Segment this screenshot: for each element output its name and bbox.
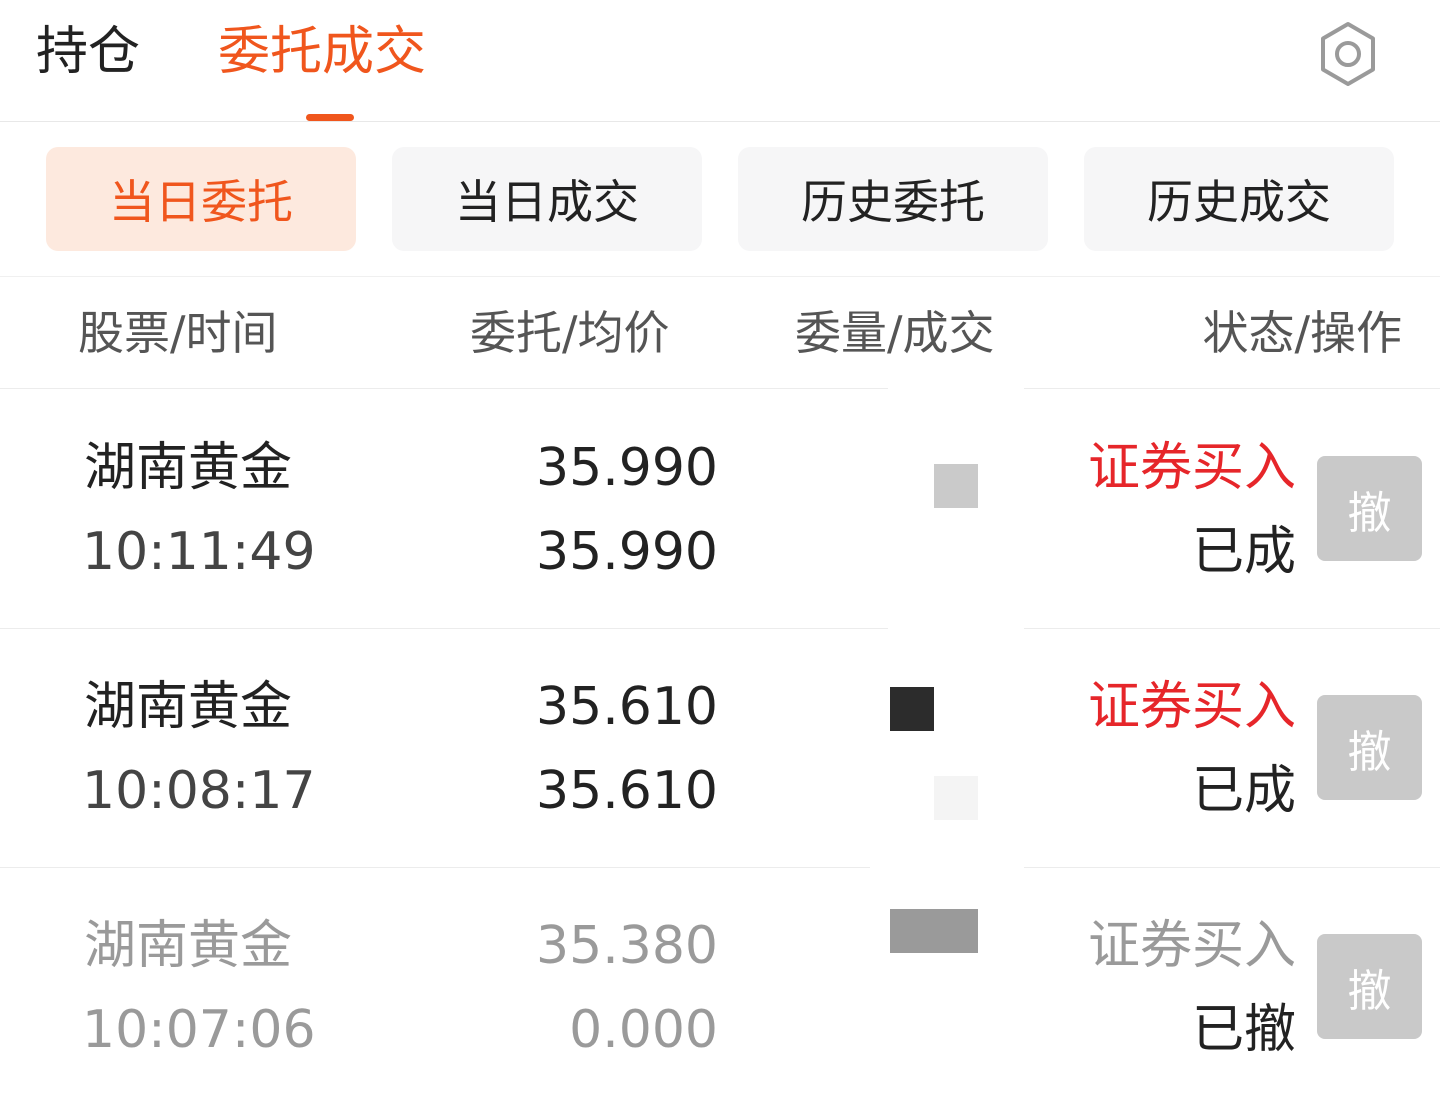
column-order-avg-price: 委托/均价	[470, 306, 670, 360]
gear-icon[interactable]	[1312, 18, 1384, 90]
order-time: 10:11:49	[82, 522, 316, 582]
column-stock-time: 股票/时间	[78, 306, 278, 360]
cancel-order-button[interactable]: 撤	[1317, 456, 1422, 561]
column-status-action: 状态/操作	[1202, 306, 1403, 360]
filter-history-trades[interactable]: 历史成交	[1084, 147, 1394, 251]
order-status: 已成	[1191, 522, 1296, 582]
average-price: 35.610	[536, 761, 718, 821]
filter-today-trades[interactable]: 当日成交	[392, 147, 702, 251]
table-row[interactable]: 湖南黄金 10:11:49 35.990 35.990 证券买入 已成 撤	[0, 390, 1440, 629]
order-time: 10:08:17	[82, 761, 316, 821]
redaction-block	[890, 687, 934, 731]
top-tab-bar: 持仓 委托成交	[0, 0, 1440, 122]
date-filter-group: 当日委托 当日成交 历史委托 历史成交	[0, 147, 1440, 251]
column-volume-filled: 委量/成交	[795, 306, 995, 360]
order-price: 35.380	[536, 916, 718, 976]
stock-name: 湖南黄金	[84, 677, 293, 737]
redaction-block	[934, 776, 978, 820]
table-header: 股票/时间 委托/均价 委量/成交 状态/操作	[0, 276, 1440, 389]
active-tab-indicator	[306, 114, 354, 121]
order-direction: 证券买入	[1087, 677, 1296, 737]
cancel-order-button[interactable]: 撤	[1317, 934, 1422, 1039]
order-direction: 证券买入	[1087, 438, 1296, 498]
order-price: 35.610	[536, 677, 718, 737]
redaction-block	[934, 464, 978, 508]
order-status: 已撤	[1191, 1000, 1296, 1060]
redaction-block	[890, 909, 978, 953]
order-time: 10:07:06	[82, 1000, 316, 1060]
average-price: 0.000	[569, 1000, 718, 1060]
order-price: 35.990	[536, 438, 718, 498]
average-price: 35.990	[536, 522, 718, 582]
order-direction: 证券买入	[1087, 916, 1296, 976]
table-row[interactable]: 湖南黄金 10:08:17 35.610 35.610 证券买入 已成 撤	[0, 629, 1440, 868]
redaction-mask	[870, 860, 1020, 1102]
stock-name: 湖南黄金	[84, 438, 293, 498]
stock-name: 湖南黄金	[84, 916, 293, 976]
table-row[interactable]: 湖南黄金 10:07:06 35.380 0.000 证券买入 已撤 撤	[0, 868, 1440, 1102]
filter-history-orders[interactable]: 历史委托	[738, 147, 1048, 251]
cancel-order-button[interactable]: 撤	[1317, 695, 1422, 800]
orders-page: 持仓 委托成交 当日委托 当日成交 历史委托 历史成交 股票/时间 委托/均价 …	[0, 0, 1440, 1102]
tab-holdings[interactable]: 持仓	[36, 20, 140, 84]
filter-today-orders[interactable]: 当日委托	[46, 147, 356, 251]
tab-orders-trades[interactable]: 委托成交	[218, 20, 426, 84]
order-status: 已成	[1191, 761, 1296, 821]
